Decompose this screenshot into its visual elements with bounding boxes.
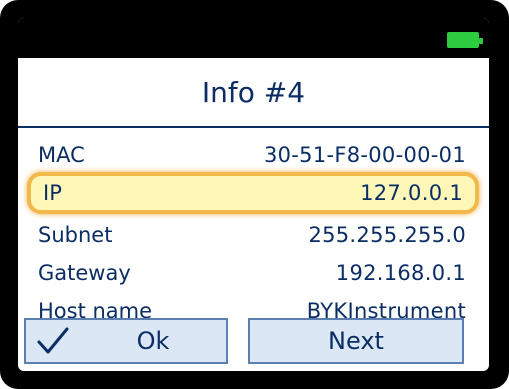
page-title: Info #4 <box>201 76 306 109</box>
mac-value: 30-51-F8-00-00-01 <box>263 143 466 167</box>
subnet-label: Subnet <box>38 223 113 247</box>
info-row-gateway[interactable]: Gateway 192.168.0.1 <box>38 254 466 292</box>
next-button-label: Next <box>328 327 384 355</box>
info-row-ip[interactable]: IP 127.0.0.1 <box>27 172 479 214</box>
ok-button[interactable]: Ok <box>24 318 228 364</box>
title-divider <box>18 126 489 128</box>
ip-label: IP <box>43 181 62 205</box>
ip-value: 127.0.0.1 <box>360 181 463 205</box>
mac-label: MAC <box>38 143 85 167</box>
subnet-value: 255.255.255.0 <box>308 223 466 247</box>
info-row-mac[interactable]: MAC 30-51-F8-00-00-01 <box>38 136 466 174</box>
ok-button-label: Ok <box>136 327 170 355</box>
checkmark-icon <box>37 327 69 354</box>
gateway-value: 192.168.0.1 <box>335 261 466 285</box>
next-button[interactable]: Next <box>248 318 464 364</box>
battery-full-icon <box>447 32 483 48</box>
info-row-subnet[interactable]: Subnet 255.255.255.0 <box>38 216 466 254</box>
gateway-label: Gateway <box>38 261 131 285</box>
status-bar <box>18 18 489 58</box>
